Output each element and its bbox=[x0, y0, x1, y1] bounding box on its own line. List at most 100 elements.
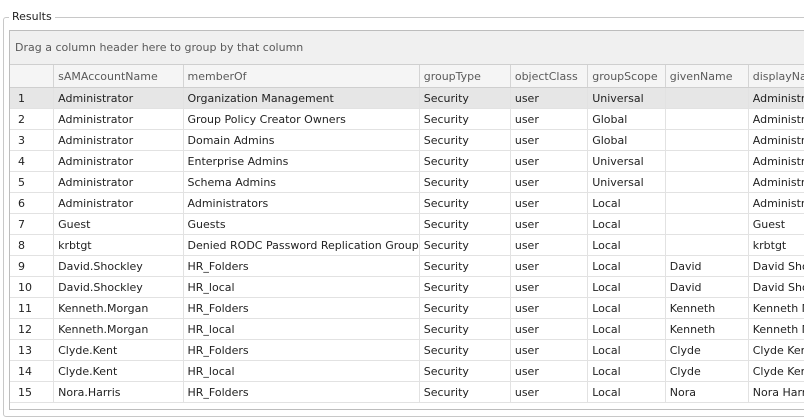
row-number-cell[interactable]: 13 bbox=[10, 339, 55, 361]
objectclass-cell[interactable]: user bbox=[510, 255, 589, 277]
givenname-cell[interactable] bbox=[665, 171, 749, 193]
memberof-cell[interactable]: Group Policy Creator Owners bbox=[183, 108, 420, 130]
row-number-cell[interactable]: 4 bbox=[10, 150, 55, 172]
grouptype-cell[interactable]: Security bbox=[419, 129, 511, 151]
samaccountname-cell[interactable]: Administrator bbox=[53, 129, 184, 151]
grouptype-cell[interactable]: Security bbox=[419, 339, 511, 361]
givenname-cell[interactable] bbox=[665, 150, 749, 172]
memberof-cell[interactable]: HR_local bbox=[183, 276, 420, 298]
displayname-cell[interactable]: krbtgt bbox=[748, 234, 804, 256]
column-header-memberof[interactable]: memberOf bbox=[183, 65, 420, 88]
column-header-groupscope[interactable]: groupScope bbox=[587, 65, 666, 88]
table-row[interactable]: 12 Kenneth.Morgan HR_local Security user Loca… bbox=[10, 318, 804, 340]
displayname-cell[interactable]: David Shoc bbox=[748, 255, 804, 277]
groupscope-cell[interactable]: Local bbox=[587, 381, 666, 403]
column-header-displayname[interactable]: displayNa bbox=[748, 65, 804, 88]
displayname-cell[interactable]: Clyde Ken bbox=[748, 339, 804, 361]
table-row[interactable]: 15 Nora.Harris HR_Folders Security user Local… bbox=[10, 381, 804, 403]
objectclass-cell[interactable]: user bbox=[510, 276, 589, 298]
row-number-cell[interactable]: 2 bbox=[10, 108, 55, 130]
row-number-cell[interactable]: 1 bbox=[10, 87, 55, 109]
samaccountname-cell[interactable]: Nora.Harris bbox=[53, 381, 184, 403]
displayname-cell[interactable]: Administra bbox=[748, 150, 804, 172]
givenname-cell[interactable]: David bbox=[665, 276, 749, 298]
grouptype-cell[interactable]: Security bbox=[419, 381, 511, 403]
memberof-cell[interactable]: HR_Folders bbox=[183, 339, 420, 361]
grouptype-cell[interactable]: Security bbox=[419, 192, 511, 214]
groupscope-cell[interactable]: Local bbox=[587, 276, 666, 298]
groupscope-cell[interactable]: Local bbox=[587, 297, 666, 319]
displayname-cell[interactable]: David Shoc bbox=[748, 276, 804, 298]
grouptype-cell[interactable]: Security bbox=[419, 276, 511, 298]
grouptype-cell[interactable]: Security bbox=[419, 213, 511, 235]
samaccountname-cell[interactable]: krbtgt bbox=[53, 234, 184, 256]
givenname-cell[interactable]: Kenneth bbox=[665, 297, 749, 319]
groupscope-cell[interactable]: Global bbox=[587, 129, 666, 151]
row-number-cell[interactable]: 9 bbox=[10, 255, 55, 277]
memberof-cell[interactable]: Denied RODC Password Replication Group bbox=[183, 234, 420, 256]
memberof-cell[interactable]: HR_Folders bbox=[183, 297, 420, 319]
givenname-cell[interactable] bbox=[665, 192, 749, 214]
table-row[interactable]: 11 Kenneth.Morgan HR_Folders Security user Lo… bbox=[10, 297, 804, 319]
row-number-cell[interactable]: 6 bbox=[10, 192, 55, 214]
column-header-givenname[interactable]: givenName bbox=[665, 65, 749, 88]
samaccountname-cell[interactable]: Administrator bbox=[53, 150, 184, 172]
groupscope-cell[interactable]: Local bbox=[587, 234, 666, 256]
table-row[interactable]: 9 David.Shockley HR_Folders Security user Loc… bbox=[10, 255, 804, 277]
displayname-cell[interactable]: Kenneth M bbox=[748, 318, 804, 340]
table-row[interactable]: 1 Administrator Organization Management Sec… bbox=[10, 87, 804, 109]
displayname-cell[interactable]: Administra bbox=[748, 171, 804, 193]
givenname-cell[interactable] bbox=[665, 87, 749, 109]
row-number-header[interactable] bbox=[10, 65, 55, 88]
samaccountname-cell[interactable]: David.Shockley bbox=[53, 255, 184, 277]
groupscope-cell[interactable]: Local bbox=[587, 192, 666, 214]
objectclass-cell[interactable]: user bbox=[510, 213, 589, 235]
objectclass-cell[interactable]: user bbox=[510, 108, 589, 130]
objectclass-cell[interactable]: user bbox=[510, 297, 589, 319]
groupscope-cell[interactable]: Local bbox=[587, 255, 666, 277]
row-number-cell[interactable]: 10 bbox=[10, 276, 55, 298]
givenname-cell[interactable] bbox=[665, 234, 749, 256]
givenname-cell[interactable]: Nora bbox=[665, 381, 749, 403]
displayname-cell[interactable]: Kenneth M bbox=[748, 297, 804, 319]
memberof-cell[interactable]: Domain Admins bbox=[183, 129, 420, 151]
grouptype-cell[interactable]: Security bbox=[419, 318, 511, 340]
table-row[interactable]: 3 Administrator Domain Admins Security user G… bbox=[10, 129, 804, 151]
groupscope-cell[interactable]: Universal bbox=[587, 150, 666, 172]
samaccountname-cell[interactable]: Administrator bbox=[53, 192, 184, 214]
samaccountname-cell[interactable]: Guest bbox=[53, 213, 184, 235]
samaccountname-cell[interactable]: Administrator bbox=[53, 108, 184, 130]
table-row[interactable]: 7 Guest Guests Security user Local Guest bbox=[10, 213, 804, 235]
row-number-cell[interactable]: 3 bbox=[10, 129, 55, 151]
group-by-panel[interactable]: Drag a column header here to group by th… bbox=[10, 31, 804, 65]
givenname-cell[interactable] bbox=[665, 108, 749, 130]
givenname-cell[interactable]: David bbox=[665, 255, 749, 277]
grouptype-cell[interactable]: Security bbox=[419, 150, 511, 172]
table-row[interactable]: 5 Administrator Schema Admins Security user U… bbox=[10, 171, 804, 193]
samaccountname-cell[interactable]: David.Shockley bbox=[53, 276, 184, 298]
givenname-cell[interactable] bbox=[665, 213, 749, 235]
row-number-cell[interactable]: 15 bbox=[10, 381, 55, 403]
groupscope-cell[interactable]: Universal bbox=[587, 171, 666, 193]
memberof-cell[interactable]: HR_local bbox=[183, 360, 420, 382]
row-number-cell[interactable]: 8 bbox=[10, 234, 55, 256]
table-row[interactable]: 14 Clyde.Kent HR_local Security user Local Cly… bbox=[10, 360, 804, 382]
samaccountname-cell[interactable]: Administrator bbox=[53, 171, 184, 193]
displayname-cell[interactable]: Guest bbox=[748, 213, 804, 235]
grouptype-cell[interactable]: Security bbox=[419, 87, 511, 109]
givenname-cell[interactable] bbox=[665, 129, 749, 151]
objectclass-cell[interactable]: user bbox=[510, 87, 589, 109]
groupscope-cell[interactable]: Local bbox=[587, 318, 666, 340]
groupscope-cell[interactable]: Universal bbox=[587, 87, 666, 109]
displayname-cell[interactable]: Administra bbox=[748, 87, 804, 109]
row-number-cell[interactable]: 7 bbox=[10, 213, 55, 235]
objectclass-cell[interactable]: user bbox=[510, 171, 589, 193]
groupscope-cell[interactable]: Global bbox=[587, 108, 666, 130]
table-row[interactable]: 13 Clyde.Kent HR_Folders Security user Local C… bbox=[10, 339, 804, 361]
displayname-cell[interactable]: Administra bbox=[748, 129, 804, 151]
objectclass-cell[interactable]: user bbox=[510, 129, 589, 151]
grouptype-cell[interactable]: Security bbox=[419, 234, 511, 256]
displayname-cell[interactable]: Nora Harr bbox=[748, 381, 804, 403]
grouptype-cell[interactable]: Security bbox=[419, 171, 511, 193]
table-row[interactable]: 4 Administrator Enterprise Admins Security u… bbox=[10, 150, 804, 172]
